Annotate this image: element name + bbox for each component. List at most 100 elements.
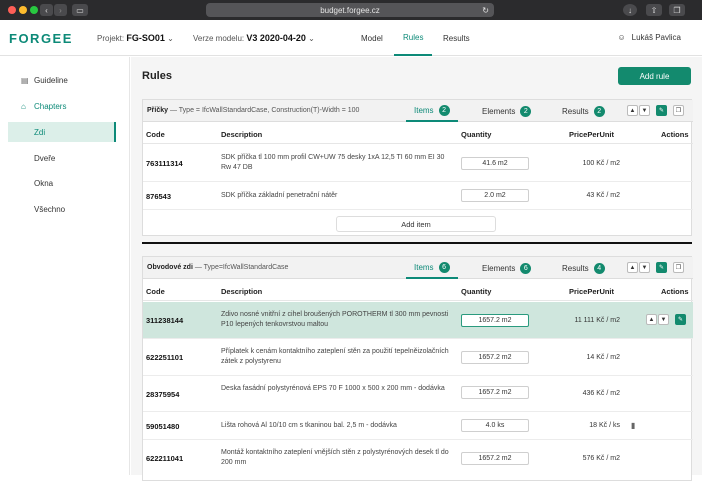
rule-panel-obvodove-zdi: Obvodové zdi — Type=IfcWallStandardCase … [142,256,693,481]
copy-icon[interactable]: ❐ [673,105,684,116]
quantity-input[interactable]: 4.0 ks [461,419,529,432]
move-up-icon[interactable]: ▲ [646,314,657,325]
tab-elements[interactable]: Elements 6 [482,257,532,279]
edit-icon[interactable]: ✎ [656,105,667,116]
tab-items[interactable]: Items 2 [406,100,458,122]
model-version-selector[interactable]: Verze modelu: V3 2020-04-20 ⌄ [193,33,315,43]
user-menu[interactable]: ☺ Lukáš Pavlica [617,33,681,42]
item-description: Montáž kontaktního zateplení vnějších st… [221,449,449,466]
back-icon[interactable]: ‹ [40,4,53,16]
quantity-input[interactable]: 2.0 m2 [461,189,529,202]
quantity-input[interactable]: 1657.2 m2 [461,351,529,364]
tab-results[interactable]: Results 4 [562,257,605,279]
maximize-window-icon[interactable] [30,6,38,14]
copy-icon[interactable]: ❐ [673,262,684,273]
item-description: SDK příčka tl 100 mm profil CW+UW 75 des… [221,154,445,171]
rule-title: Obvodové zdi — Type=IfcWallStandardCase [147,264,288,271]
tab-results[interactable]: Results [443,20,470,56]
quantity-input[interactable]: 1657.2 m2 [461,452,529,465]
quantity-input[interactable]: 1657.2 m2 [461,386,529,399]
browser-titlebar: ‹ › ▭ budget.forgee.cz ↻ ↓ ⇧ ❐ [0,0,702,20]
tab-results[interactable]: Results 2 [562,100,605,122]
main-content: Rules Add rule Příčky — Type = IfcWallSt… [131,57,702,481]
quantity-input[interactable]: 1657.2 m2 [461,314,529,327]
item-description: Lišta rohová Al 10/10 cm s tkaninou bal.… [221,422,397,429]
table-row[interactable]: 622251101 Příplatek k cenám kontaktního … [143,339,693,376]
project-selector[interactable]: Projekt: FG-SO01 ⌄ [97,33,174,43]
col-actions: Actions [661,287,689,296]
move-down-icon[interactable]: ▼ [639,262,650,273]
tab-label: Elements [482,263,516,273]
move-down-icon[interactable]: ▼ [639,105,650,116]
add-rule-button[interactable]: Add rule [618,67,691,85]
tab-label: Items [414,262,434,272]
unit-price: 100 Kč / m2 [582,160,620,167]
table-header: Code Description Quantity PricePerUnit A… [143,279,693,301]
forward-icon[interactable]: › [54,4,67,16]
sidebar: ▤ Guideline ⌂ Chapters Zdi Dveře Okna Všec… [0,57,130,475]
table-row[interactable]: 59051480 Lišta rohová Al 10/10 cm s tkan… [143,412,693,440]
col-quantity: Quantity [461,130,492,139]
item-description: Deska fasádní polystyrénová EPS 70 F 100… [221,385,445,392]
tab-rules[interactable]: Rules [394,20,433,56]
rule-condition: — Type=IfcWallStandardCase [192,264,289,271]
share-icon[interactable]: ⇧ [646,4,662,16]
count-badge: 6 [520,262,532,274]
tab-elements[interactable]: Elements 2 [482,100,532,122]
document-icon: ▤ [21,75,29,85]
project-value: FG-SO01 [126,33,165,43]
edit-icon[interactable]: ✎ [675,314,686,325]
count-badge: 2 [520,105,532,117]
rule-condition: — Type = IfcWallStandardCase, Constructi… [168,107,360,114]
rule-title: Příčky — Type = IfcWallStandardCase, Con… [147,107,359,114]
move-up-icon[interactable]: ▲ [627,105,638,116]
table-row[interactable]: 622211041 Montáž kontaktního zateplení v… [143,440,693,480]
rule-header: Obvodové zdi — Type=IfcWallStandardCase … [143,257,693,279]
tab-label: Results [562,106,589,116]
tabs-overview-icon[interactable]: ❐ [669,4,685,16]
add-item-button[interactable]: Add item [336,216,496,232]
col-description: Description [221,287,263,296]
count-badge: 4 [593,262,605,274]
minimize-window-icon[interactable] [19,6,27,14]
sidebar-item-zdi[interactable]: Zdi [8,122,116,142]
sidebar-item-label: Guideline [34,75,68,85]
rule-header: Příčky — Type = IfcWallStandardCase, Con… [143,100,693,122]
move-down-icon[interactable]: ▼ [658,314,669,325]
tab-label: Results [562,263,589,273]
item-description: Zdivo nosné vnitřní z cihel broušených P… [221,311,449,328]
count-badge: 2 [438,104,450,116]
table-row[interactable]: 763111314 SDK příčka tl 100 mm profil CW… [143,145,693,182]
rule-name: Příčky [147,107,169,114]
sidebar-item-dvere[interactable]: Dveře [8,148,116,168]
tab-model[interactable]: Model [361,20,383,56]
sidebar-toggle-icon[interactable]: ▭ [72,4,88,16]
sidebar-item-guideline[interactable]: ▤ Guideline [8,70,116,90]
chevron-down-icon: ⌄ [167,34,174,43]
page-title: Rules [142,70,172,82]
close-window-icon[interactable] [8,6,16,14]
rule-panel-pricky: Příčky — Type = IfcWallStandardCase, Con… [142,99,693,236]
reload-icon[interactable]: ↻ [482,6,489,15]
download-icon[interactable]: ↓ [623,4,637,16]
app-header: FORGEE Projekt: FG-SO01 ⌄ Verze modelu: … [0,20,702,56]
sidebar-item-vsechno[interactable]: Všechno [8,199,116,219]
item-code: 59051480 [146,422,180,431]
col-code: Code [146,130,165,139]
document-icon[interactable]: ▮ [631,421,635,430]
edit-icon[interactable]: ✎ [656,262,667,273]
quantity-input[interactable]: 41.6 m2 [461,157,529,170]
tab-label: Items [414,105,434,115]
table-row[interactable]: 876543 SDK příčka základní penetrační ná… [143,182,693,210]
tab-items[interactable]: Items 6 [406,257,458,279]
unit-price: 11 111 Kč / m2 [574,317,620,324]
table-row[interactable]: 28375954 Deska fasádní polystyrénová EPS… [143,376,693,412]
item-code: 763111314 [146,159,183,168]
forgee-logo[interactable]: FORGEE [9,31,73,46]
sidebar-item-okna[interactable]: Okna [8,173,116,193]
url-bar[interactable]: budget.forgee.cz ↻ [206,3,494,17]
move-up-icon[interactable]: ▲ [627,262,638,273]
table-row-selected[interactable]: 311238144 Zdivo nosné vnitřní z cihel br… [143,302,693,339]
count-badge: 6 [438,261,450,273]
sidebar-item-chapters[interactable]: ⌂ Chapters [8,96,116,116]
